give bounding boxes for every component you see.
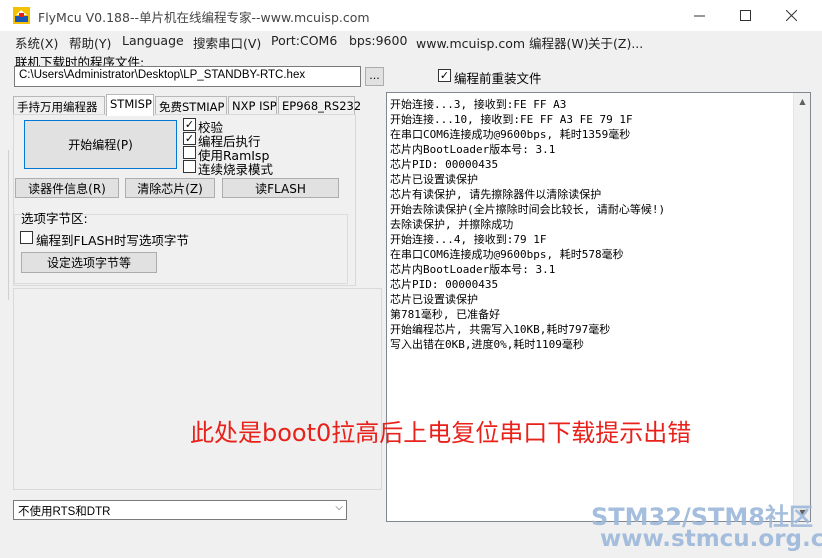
read-device-info-button[interactable]: 读器件信息(R) (15, 178, 119, 198)
tab-handheld-programmer[interactable]: 手持万用编程器 (13, 96, 105, 115)
tab-stmisp[interactable]: STMISP (106, 94, 154, 116)
write-option-bytes-label: 编程到FLASH时写选项字节 (36, 233, 189, 248)
scroll-up-icon[interactable]: ▲ (794, 93, 810, 110)
log-line: 开始去除读保护(全片擦除时间会比较长, 请耐心等候!) (390, 203, 666, 216)
close-button[interactable] (768, 0, 814, 31)
log-line: 芯片PID: 00000435 (390, 158, 499, 171)
menu-port[interactable]: Port:COM6 (271, 33, 337, 48)
title-bar: FlyMcu V0.188--单片机在线编程专家--www.mcuisp.com (0, 0, 822, 31)
log-line: 芯片内BootLoader版本号: 3.1 (390, 143, 556, 156)
log-line: 开始连接...10, 接收到:FE FF A3 FE 79 1F (390, 113, 633, 126)
erase-chip-button[interactable]: 清除芯片(Z) (125, 178, 215, 198)
vertical-scrollbar[interactable]: ▲ ▼ (793, 93, 810, 521)
minimize-button[interactable] (676, 0, 722, 31)
rts-dtr-select[interactable]: 不使用RTS和DTR ⌵ (13, 500, 347, 520)
menu-language[interactable]: Language (122, 33, 184, 48)
error-annotation: 此处是boot0拉高后上电复位串口下载提示出错 (190, 419, 692, 447)
continuous-mode-label: 连续烧录模式 (198, 162, 274, 177)
log-line: 开始连接...3, 接收到:FE FF A3 (390, 98, 567, 111)
log-line: 芯片有读保护, 请先擦除器件以清除读保护 (390, 188, 602, 201)
menu-bps[interactable]: bps:9600 (349, 33, 407, 48)
watermark-url: www.stmcu.org.cn (600, 526, 822, 552)
use-ramisp-checkbox[interactable] (183, 146, 196, 159)
run-after-program-checkbox[interactable]: ✓ (183, 132, 196, 145)
log-line: 芯片PID: 00000435 (390, 278, 499, 291)
menu-about[interactable]: 关于(Z)... (588, 33, 643, 52)
close-icon (785, 10, 797, 21)
menu-search-port[interactable]: 搜索串口(V) (193, 33, 261, 52)
start-program-button[interactable]: 开始编程(P) (24, 120, 177, 169)
reload-label: 编程前重装文件 (454, 71, 542, 86)
left-edge-strip (0, 150, 9, 300)
chevron-down-icon: ⌵ (335, 502, 343, 513)
flymcu-app-icon (13, 7, 30, 24)
browse-button[interactable]: ... (365, 67, 384, 86)
read-flash-button[interactable]: 读FLASH (222, 178, 339, 198)
reload-checkbox[interactable]: ✓ (438, 69, 451, 82)
maximize-button[interactable] (722, 0, 768, 31)
set-option-bytes-button[interactable]: 设定选项字节等 (21, 252, 157, 273)
write-option-bytes-checkbox[interactable] (20, 231, 33, 244)
maximize-icon (739, 10, 751, 21)
menu-help[interactable]: 帮助(Y) (69, 33, 111, 52)
file-path-input[interactable]: C:\Users\Administrator\Desktop\LP_STANDB… (14, 66, 361, 87)
log-line: 在串口COM6连接成功@9600bps, 耗时578毫秒 (390, 248, 624, 261)
tab-nxp-isp[interactable]: NXP ISP (228, 96, 277, 115)
window-title: FlyMcu V0.188--单片机在线编程专家--www.mcuisp.com (38, 10, 370, 25)
left-lower-panel (13, 288, 382, 490)
log-line: 开始编程芯片, 共需写入10KB,耗时797毫秒 (390, 323, 611, 336)
log-line: 芯片内BootLoader版本号: 3.1 (390, 263, 556, 276)
log-line: 开始连接...4, 接收到:79 1F (390, 233, 547, 246)
continuous-mode-checkbox[interactable] (183, 160, 196, 173)
tab-free-stmiap[interactable]: 免费STMIAP (155, 96, 227, 115)
log-line: 芯片已设置读保护 (390, 173, 478, 186)
rts-dtr-selected: 不使用RTS和DTR (18, 506, 111, 518)
log-lines: 开始连接...3, 接收到:FE FF A3 开始连接...10, 接收到:FE … (390, 97, 665, 352)
log-line: 芯片已设置读保护 (390, 293, 478, 306)
minimize-icon (693, 15, 705, 17)
menu-system[interactable]: 系统(X) (15, 33, 58, 52)
log-line: 写入出错在0KB,进度0%,耗时1109毫秒 (390, 338, 584, 351)
menu-bar: 系统(X) 帮助(Y) Language 搜索串口(V) Port:COM6 b… (0, 31, 822, 51)
verify-checkbox[interactable]: ✓ (183, 118, 196, 131)
option-bytes-label: 选项字节区: (21, 211, 88, 226)
log-line: 去除读保护, 并擦除成功 (390, 218, 514, 231)
log-line: 第781毫秒, 已准备好 (390, 308, 501, 321)
menu-programmer[interactable]: www.mcuisp.com 编程器(W) (416, 33, 589, 52)
log-line: 在串口COM6连接成功@9600bps, 耗时1359毫秒 (390, 128, 631, 141)
tab-ep968-rs232[interactable]: EP968_RS232 (278, 96, 361, 115)
log-output[interactable]: 开始连接...3, 接收到:FE FF A3 开始连接...10, 接收到:FE … (386, 92, 811, 522)
